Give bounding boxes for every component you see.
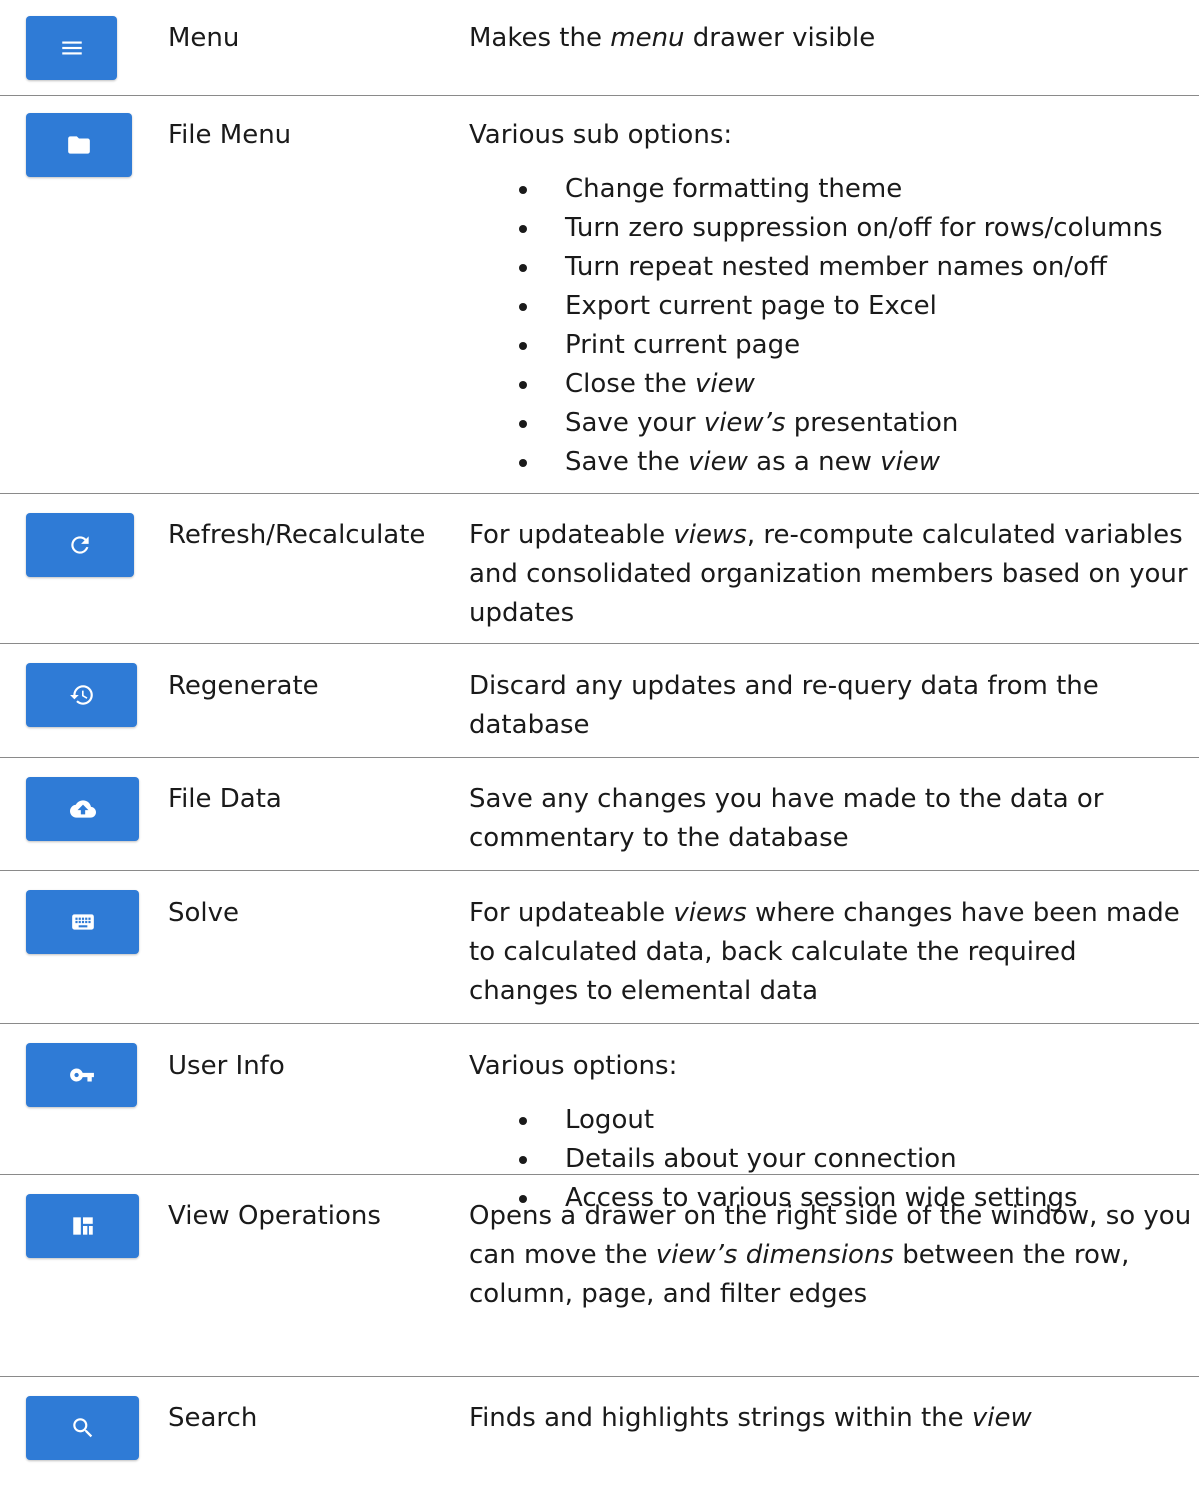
list-item: Save the view as a new view xyxy=(469,443,1194,482)
description-text: Save any changes you have made to the da… xyxy=(469,780,1194,858)
row-divider xyxy=(0,1376,1199,1377)
description-text: Opens a drawer on the right side of the … xyxy=(469,1197,1194,1314)
description-text: Discard any updates and re-query data fr… xyxy=(469,667,1194,745)
description-text: Finds and highlights strings within the … xyxy=(469,1399,1194,1438)
description-text: Makes the menu drawer visible xyxy=(469,19,1194,58)
emphasis-text: menu xyxy=(610,23,685,53)
row-divider xyxy=(0,757,1199,758)
row-divider xyxy=(0,643,1199,644)
row-label: Menu xyxy=(168,23,240,53)
dashboard-button[interactable] xyxy=(26,1194,139,1258)
text-segment: Save any changes you have made to the da… xyxy=(469,784,1104,853)
row-description: For updateable views where changes have … xyxy=(469,894,1194,1011)
emphasis-text: view xyxy=(695,369,755,399)
row-description: Various sub options: Change formatting th… xyxy=(469,116,1194,482)
row-description: Makes the menu drawer visible xyxy=(469,19,1194,58)
text-segment: Various sub options: xyxy=(469,120,733,150)
history-icon xyxy=(69,682,95,708)
text-segment: Print current page xyxy=(565,330,801,360)
emphasis-text: view xyxy=(688,447,748,477)
emphasis-text: view xyxy=(971,1403,1032,1433)
row-description: Various options: Logout Details about your… xyxy=(469,1047,1194,1218)
text-segment: Finds and highlights strings within the xyxy=(469,1403,972,1433)
row-description: For updateable views, re-compute calcula… xyxy=(469,516,1194,633)
row-description: Discard any updates and re-query data fr… xyxy=(469,667,1194,745)
row-divider xyxy=(0,1023,1199,1024)
description-text: Various options: xyxy=(469,1047,1194,1086)
row-label: Solve xyxy=(168,898,240,928)
refresh-icon xyxy=(67,532,93,558)
row-description: Finds and highlights strings within the … xyxy=(469,1399,1194,1438)
text-segment: as a new xyxy=(747,447,881,477)
text-segment: Turn zero suppression on/off for rows/co… xyxy=(565,213,1163,243)
text-segment: Logout xyxy=(565,1105,655,1135)
keyboard-icon xyxy=(70,909,96,935)
list-item: Logout xyxy=(469,1101,1194,1140)
text-segment: Details about your connection xyxy=(565,1144,957,1174)
row-label: User Info xyxy=(168,1051,285,1081)
text-segment: presentation xyxy=(785,408,959,438)
menu-button[interactable] xyxy=(26,16,117,80)
row-divider xyxy=(0,493,1199,494)
text-segment: Save your xyxy=(565,408,704,438)
text-segment: Turn repeat nested member names on/off xyxy=(565,252,1107,282)
emphasis-text: view’s xyxy=(703,408,786,438)
emphasis-text: views xyxy=(673,898,747,928)
row-label: File Data xyxy=(168,784,282,814)
description-text: For updateable views, re-compute calcula… xyxy=(469,516,1194,633)
text-segment: Makes the xyxy=(469,23,611,53)
text-segment: For updateable xyxy=(469,898,674,928)
emphasis-text: view xyxy=(880,447,940,477)
keyboard-button[interactable] xyxy=(26,890,139,954)
row-label: Refresh/Recalculate xyxy=(168,520,426,550)
cloud-upload-button[interactable] xyxy=(26,777,139,841)
list-item: Details about your connection xyxy=(469,1140,1194,1179)
text-segment: Close the xyxy=(565,369,696,399)
text-segment: Discard any updates and re-query data fr… xyxy=(469,671,1099,740)
key-icon xyxy=(69,1062,95,1088)
row-label: File Menu xyxy=(168,120,292,150)
row-description: Opens a drawer on the right side of the … xyxy=(469,1197,1194,1314)
text-segment: Change formatting theme xyxy=(565,174,903,204)
history-button[interactable] xyxy=(26,663,137,727)
text-segment: Save the xyxy=(565,447,689,477)
refresh-button[interactable] xyxy=(26,513,134,577)
description-text: Various sub options: xyxy=(469,116,1194,155)
list-item: Close the view xyxy=(469,365,1194,404)
row-divider xyxy=(0,870,1199,871)
row-label: View Operations xyxy=(168,1201,381,1231)
search-icon xyxy=(70,1415,96,1441)
folder-button[interactable] xyxy=(26,113,132,177)
emphasis-text: views xyxy=(673,520,747,550)
row-divider xyxy=(0,95,1199,96)
row-label: Regenerate xyxy=(168,671,319,701)
cloud-upload-icon xyxy=(69,796,96,822)
emphasis-text: view’s dimensions xyxy=(655,1240,894,1270)
text-segment: Export current page to Excel xyxy=(565,291,937,321)
list-item: Print current page xyxy=(469,326,1194,365)
folder-icon xyxy=(66,132,92,158)
dashboard-icon xyxy=(70,1213,96,1239)
search-button[interactable] xyxy=(26,1396,139,1460)
list-item: Export current page to Excel xyxy=(469,287,1194,326)
row-description: Save any changes you have made to the da… xyxy=(469,780,1194,858)
menu-icon xyxy=(59,35,85,61)
toolbar-reference-table: Menu Makes the menu drawer visible File Me… xyxy=(0,0,1199,1485)
row-label: Search xyxy=(168,1403,258,1433)
list-item: Turn zero suppression on/off for rows/co… xyxy=(469,209,1194,248)
text-segment: For updateable xyxy=(469,520,674,550)
text-segment: Various options: xyxy=(469,1051,678,1081)
list-item: Change formatting theme xyxy=(469,170,1194,209)
text-segment: drawer visible xyxy=(684,23,876,53)
list-item: Turn repeat nested member names on/off xyxy=(469,248,1194,287)
key-button[interactable] xyxy=(26,1043,137,1107)
list-item: Save your view’s presentation xyxy=(469,404,1194,443)
description-text: For updateable views where changes have … xyxy=(469,894,1194,1011)
bullet-list: Change formatting theme Turn zero suppres… xyxy=(469,170,1194,482)
